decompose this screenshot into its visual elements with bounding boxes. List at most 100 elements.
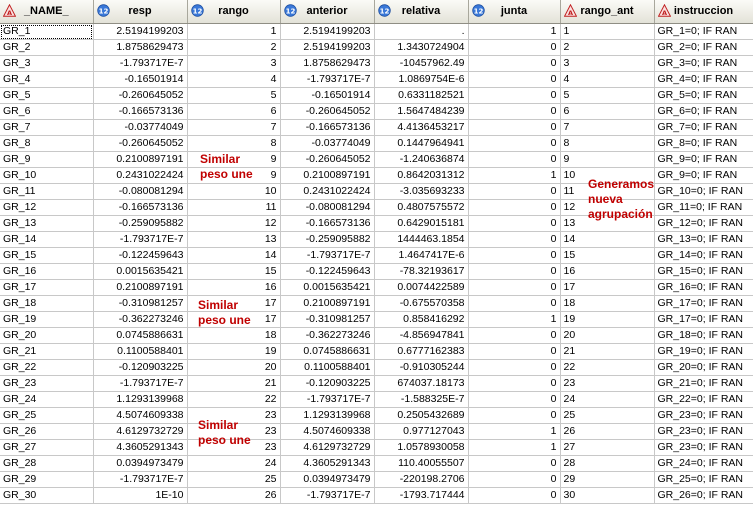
cell-rango[interactable]: 2 xyxy=(187,39,281,56)
cell-rango_ant[interactable]: 18 xyxy=(560,295,655,312)
cell-rango_ant[interactable]: 2 xyxy=(560,39,655,56)
cell-instruccion[interactable]: GR_25=0; IF RAN xyxy=(654,471,753,488)
cell-relativa[interactable]: 0.858416292 xyxy=(374,311,469,328)
cell-rango[interactable]: 10 xyxy=(187,183,281,200)
table-row[interactable]: GR_22 -0.120903225 20 0.1100588401 -0.910305… xyxy=(0,359,753,376)
cell-relativa[interactable]: -0.910305244 xyxy=(374,359,469,376)
cell-rango[interactable]: 25 xyxy=(187,471,281,488)
cell-resp[interactable]: -0.122459643 xyxy=(93,247,188,264)
cell-resp[interactable]: 4.3605291343 xyxy=(93,439,188,456)
cell-junta[interactable]: 0 xyxy=(468,327,561,344)
table-row[interactable]: GR_25 4.5074609338 23 1.1293139968 0.2505432… xyxy=(0,407,753,424)
cell-rango[interactable]: 4 xyxy=(187,71,281,88)
cell-anterior[interactable]: -0.120903225 xyxy=(280,375,375,392)
cell-rango_ant[interactable]: 5 xyxy=(560,87,655,104)
cell-anterior[interactable]: -0.16501914 xyxy=(280,87,375,104)
cell-relativa[interactable]: 0.6777162383 xyxy=(374,343,469,360)
cell-anterior[interactable]: 0.0015635421 xyxy=(280,279,375,296)
table-row[interactable]: GR_2 1.8758629473 2 2.5194199203 1.343072490… xyxy=(0,39,753,56)
cell-rango_ant[interactable]: 26 xyxy=(560,423,655,440)
column-header-junta[interactable]: 12 junta xyxy=(468,0,561,24)
cell-anterior[interactable]: -0.080081294 xyxy=(280,199,375,216)
cell-instruccion[interactable]: GR_20=0; IF RAN xyxy=(654,359,753,376)
cell-instruccion[interactable]: GR_24=0; IF RAN xyxy=(654,455,753,472)
table-row[interactable]: GR_24 1.1293139968 22 -1.793717E-7 -1.588325… xyxy=(0,391,753,408)
cell-instruccion[interactable]: GR_9=0; IF RAN xyxy=(654,151,753,168)
cell-junta[interactable]: 1 xyxy=(468,167,561,184)
cell-relativa[interactable]: -1.588325E-7 xyxy=(374,391,469,408)
cell-resp[interactable]: 1E-10 xyxy=(93,487,188,504)
cell-relativa[interactable]: -1.240636874 xyxy=(374,151,469,168)
cell-resp[interactable]: -1.793717E-7 xyxy=(93,375,188,392)
cell-junta[interactable]: 0 xyxy=(468,295,561,312)
cell-junta[interactable]: 1 xyxy=(468,423,561,440)
cell-resp[interactable]: -1.793717E-7 xyxy=(93,55,188,72)
cell-instruccion[interactable]: GR_11=0; IF RAN xyxy=(654,199,753,216)
cell-anterior[interactable]: 4.3605291343 xyxy=(280,455,375,472)
cell-rango_ant[interactable]: 14 xyxy=(560,231,655,248)
cell-rango[interactable]: 7 xyxy=(187,119,281,136)
cell-rango[interactable]: 11 xyxy=(187,199,281,216)
cell-anterior[interactable]: -0.362273246 xyxy=(280,327,375,344)
cell-name[interactable]: GR_6 xyxy=(0,103,94,120)
cell-instruccion[interactable]: GR_21=0; IF RAN xyxy=(654,375,753,392)
cell-anterior[interactable]: -0.166573136 xyxy=(280,215,375,232)
cell-name[interactable]: GR_20 xyxy=(0,327,94,344)
cell-junta[interactable]: 0 xyxy=(468,279,561,296)
cell-junta[interactable]: 0 xyxy=(468,263,561,280)
table-row[interactable]: GR_16 0.0015635421 15 -0.122459643 -78.32193… xyxy=(0,263,753,280)
cell-anterior[interactable]: 0.2100897191 xyxy=(280,295,375,312)
cell-rango[interactable]: 14 xyxy=(187,247,281,264)
cell-rango_ant[interactable]: 8 xyxy=(560,135,655,152)
cell-instruccion[interactable]: GR_10=0; IF RAN xyxy=(654,183,753,200)
cell-relativa[interactable]: 110.40055507 xyxy=(374,455,469,472)
cell-name[interactable]: GR_25 xyxy=(0,407,94,424)
cell-rango[interactable]: 3 xyxy=(187,55,281,72)
cell-instruccion[interactable]: GR_1=0; IF RAN xyxy=(654,23,753,40)
cell-anterior[interactable]: -1.793717E-7 xyxy=(280,391,375,408)
cell-rango_ant[interactable]: 20 xyxy=(560,327,655,344)
cell-name[interactable]: GR_1 xyxy=(0,23,94,40)
cell-anterior[interactable]: 2.5194199203 xyxy=(280,39,375,56)
cell-relativa[interactable]: 1.4647417E-6 xyxy=(374,247,469,264)
cell-resp[interactable]: 0.0745886631 xyxy=(93,327,188,344)
cell-name[interactable]: GR_5 xyxy=(0,87,94,104)
cell-rango_ant[interactable]: 29 xyxy=(560,471,655,488)
cell-rango[interactable]: 19 xyxy=(187,343,281,360)
cell-rango_ant[interactable]: 3 xyxy=(560,55,655,72)
column-header-name[interactable]: A _NAME_ xyxy=(0,0,94,24)
cell-relativa[interactable]: 1.0578930058 xyxy=(374,439,469,456)
cell-junta[interactable]: 0 xyxy=(468,471,561,488)
cell-anterior[interactable]: 0.0394973479 xyxy=(280,471,375,488)
cell-instruccion[interactable]: GR_23=0; IF RAN xyxy=(654,439,753,456)
cell-instruccion[interactable]: GR_7=0; IF RAN xyxy=(654,119,753,136)
column-header-rango_ant[interactable]: Arango_ant xyxy=(560,0,655,24)
cell-resp[interactable]: 4.5074609338 xyxy=(93,407,188,424)
cell-rango[interactable]: 15 xyxy=(187,263,281,280)
table-row[interactable]: GR_26 4.6129732729 23 4.5074609338 0.9771270… xyxy=(0,423,753,440)
table-row[interactable]: GR_27 4.3605291343 23 4.6129732729 1.0578930… xyxy=(0,439,753,456)
cell-junta[interactable]: 0 xyxy=(468,71,561,88)
cell-rango_ant[interactable]: 28 xyxy=(560,455,655,472)
cell-instruccion[interactable]: GR_12=0; IF RAN xyxy=(654,215,753,232)
cell-anterior[interactable]: -0.259095882 xyxy=(280,231,375,248)
cell-anterior[interactable]: 0.2431022424 xyxy=(280,183,375,200)
cell-relativa[interactable]: 1.5647484239 xyxy=(374,103,469,120)
cell-resp[interactable]: -0.080081294 xyxy=(93,183,188,200)
cell-instruccion[interactable]: GR_2=0; IF RAN xyxy=(654,39,753,56)
cell-name[interactable]: GR_4 xyxy=(0,71,94,88)
cell-name[interactable]: GR_14 xyxy=(0,231,94,248)
cell-rango[interactable]: 6 xyxy=(187,103,281,120)
cell-instruccion[interactable]: GR_16=0; IF RAN xyxy=(654,279,753,296)
cell-name[interactable]: GR_19 xyxy=(0,311,94,328)
table-row[interactable]: GR_9 0.2100897191 9 -0.260645052 -1.24063687… xyxy=(0,151,753,168)
cell-anterior[interactable]: 0.0745886631 xyxy=(280,343,375,360)
cell-anterior[interactable]: 4.6129732729 xyxy=(280,439,375,456)
cell-anterior[interactable]: -0.260645052 xyxy=(280,151,375,168)
table-row[interactable]: GR_21 0.1100588401 19 0.0745886631 0.6777162… xyxy=(0,343,753,360)
cell-rango_ant[interactable]: 15 xyxy=(560,247,655,264)
cell-junta[interactable]: 0 xyxy=(468,103,561,120)
table-row[interactable]: GR_23 -1.793717E-7 21 -0.120903225 674037.18… xyxy=(0,375,753,392)
cell-relativa[interactable]: -0.675570358 xyxy=(374,295,469,312)
cell-instruccion[interactable]: GR_17=0; IF RAN xyxy=(654,311,753,328)
